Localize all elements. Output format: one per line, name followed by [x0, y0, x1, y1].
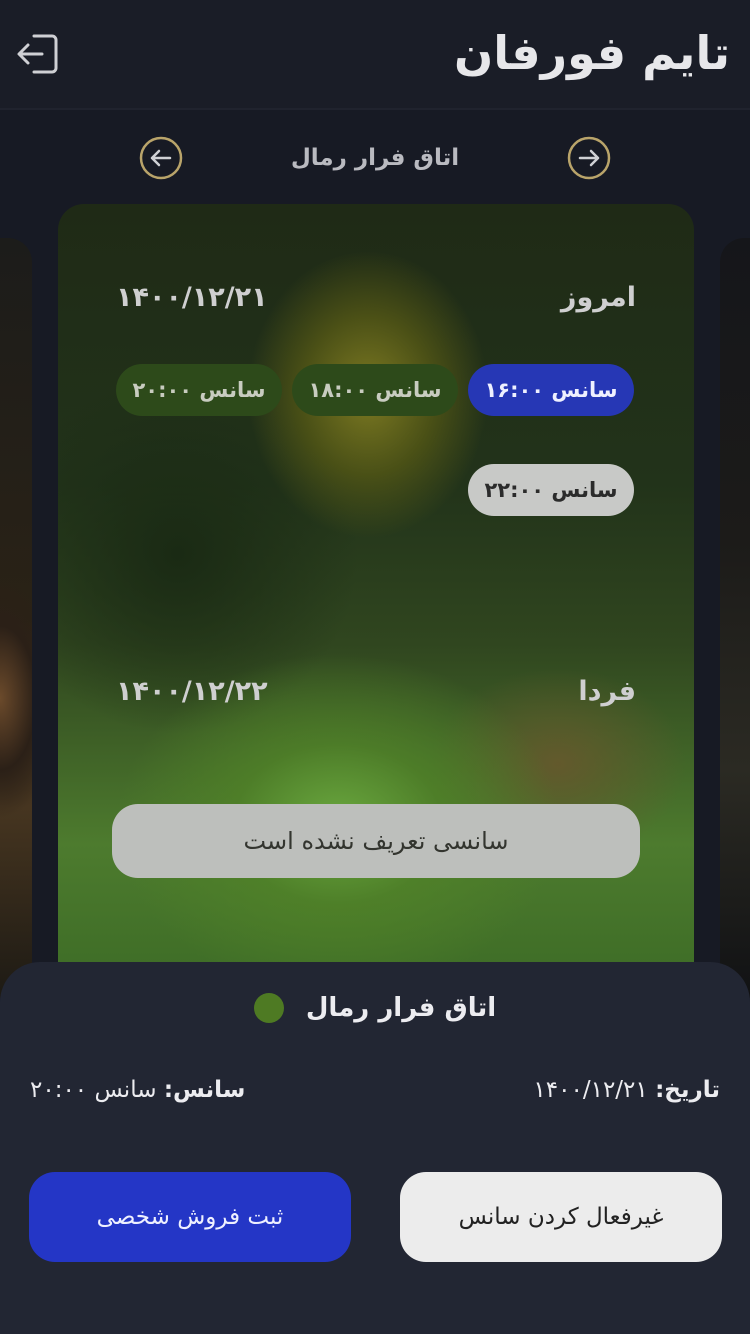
screen: تایم فورفان اتاق فرار رمال امروز ۱۴۰۰/۱۲…: [0, 0, 750, 1334]
register-sale-button[interactable]: ثبت فروش شخصی: [29, 1172, 351, 1262]
sheet-title: اتاق فرار رمال: [305, 993, 497, 1023]
session-chip-16[interactable]: سانس ۱۶:۰۰: [468, 364, 634, 416]
prev-room-card[interactable]: [0, 238, 32, 998]
logout-icon[interactable]: [14, 30, 62, 78]
sheet-session-info: سانس: سانس ۲۰:۰۰: [30, 1072, 245, 1108]
sheet-date-info: تاریخ: ۱۴۰۰/۱۲/۲۱: [533, 1072, 720, 1108]
tomorrow-date: ۱۴۰۰/۱۲/۲۲: [116, 676, 268, 707]
today-label: امروز: [560, 282, 636, 313]
app-header: تایم فورفان: [0, 0, 750, 110]
no-session-message: سانسی تعریف نشده است: [112, 804, 640, 878]
session-value: سانس ۲۰:۰۰: [30, 1077, 157, 1103]
next-room-card[interactable]: [720, 238, 750, 998]
next-arrow-icon[interactable]: [567, 136, 611, 180]
room-title: اتاق فرار رمال: [290, 145, 460, 171]
session-chip-20[interactable]: سانس ۲۰:۰۰: [116, 364, 282, 416]
date-label: تاریخ:: [655, 1077, 720, 1103]
date-value: ۱۴۰۰/۱۲/۲۱: [533, 1077, 648, 1103]
today-date: ۱۴۰۰/۱۲/۲۱: [116, 282, 268, 313]
session-chip-22[interactable]: سانس ۲۲:۰۰: [468, 464, 634, 516]
session-label: سانس:: [163, 1077, 246, 1103]
sheet-header: اتاق فرار رمال: [0, 988, 750, 1028]
schedule-card: امروز ۱۴۰۰/۱۲/۲۱ سانس ۱۶:۰۰ سانس ۱۸:۰۰ س…: [58, 204, 694, 1004]
app-logo: تایم فورفان: [454, 26, 731, 80]
tomorrow-label: فردا: [578, 676, 636, 707]
disable-session-button[interactable]: غیرفعال کردن سانس: [400, 1172, 722, 1262]
session-bottom-sheet: اتاق فرار رمال تاریخ: ۱۴۰۰/۱۲/۲۱ سانس: س…: [0, 962, 750, 1334]
status-dot-icon: [253, 993, 284, 1023]
session-chip-18[interactable]: سانس ۱۸:۰۰: [292, 364, 458, 416]
prev-arrow-icon[interactable]: [139, 136, 183, 180]
